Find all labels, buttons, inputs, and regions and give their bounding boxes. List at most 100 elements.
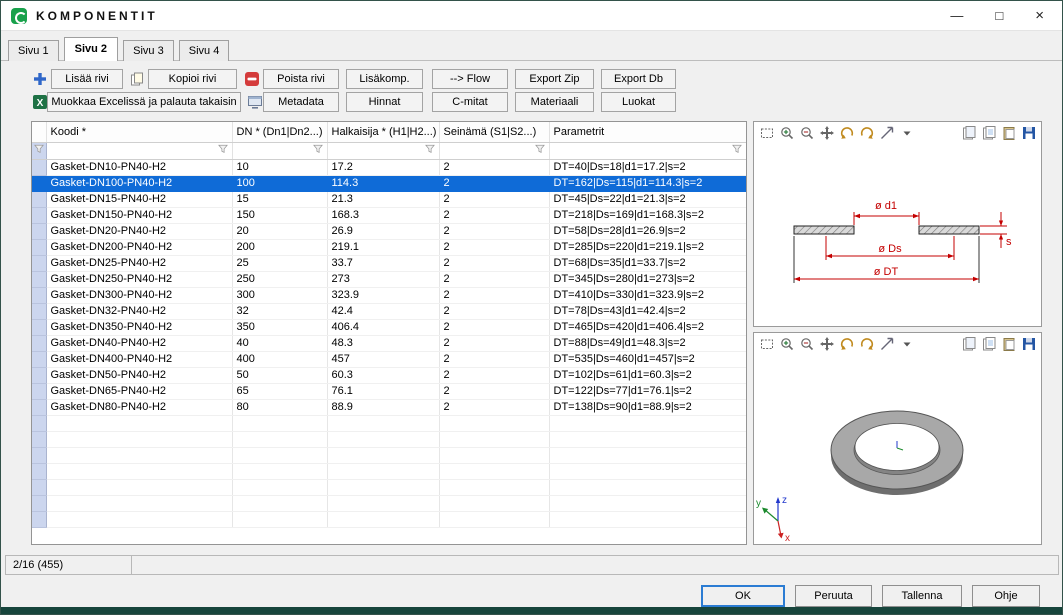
cell[interactable]: DT=88|Ds=49|d1=48.3|s=2 (549, 335, 746, 351)
table-row[interactable]: Gasket-DN400-PN40-H24004572DT=535|Ds=460… (32, 351, 746, 367)
filter-funnel-icon[interactable] (534, 146, 546, 158)
cell[interactable]: 48.3 (327, 335, 439, 351)
table-row[interactable]: Gasket-DN10-PN40-H21017.22DT=40|Ds=18|d1… (32, 159, 746, 175)
cell[interactable]: 200 (232, 239, 327, 255)
col-header-halkaisija[interactable]: Halkaisija * (H1|H2...) (327, 122, 439, 142)
tab-sivu-1[interactable]: Sivu 1 (8, 40, 59, 61)
copy-image-icon[interactable] (980, 336, 997, 352)
table-row[interactable]: Gasket-DN20-PN40-H22026.92DT=58|Ds=28|d1… (32, 223, 746, 239)
cell[interactable]: 406.4 (327, 319, 439, 335)
save-button[interactable]: Tallenna (882, 585, 962, 607)
table-row[interactable]: Gasket-DN32-PN40-H23242.42DT=78|Ds=43|d1… (32, 303, 746, 319)
row-selector[interactable] (32, 159, 46, 175)
cell[interactable]: 2 (439, 383, 549, 399)
cell[interactable]: 2 (439, 239, 549, 255)
ok-button[interactable]: OK (701, 585, 785, 607)
cell[interactable]: 17.2 (327, 159, 439, 175)
copy-row-icon[interactable] (128, 70, 145, 87)
cell[interactable]: Gasket-DN100-PN40-H2 (46, 175, 232, 191)
cell[interactable]: Gasket-DN80-PN40-H2 (46, 399, 232, 415)
cell[interactable]: 20 (232, 223, 327, 239)
cell[interactable]: Gasket-DN40-PN40-H2 (46, 335, 232, 351)
row-selector[interactable] (32, 303, 46, 319)
cell[interactable]: 457 (327, 351, 439, 367)
cell[interactable]: DT=162|Ds=115|d1=114.3|s=2 (549, 175, 746, 191)
paste-image-icon[interactable] (1000, 336, 1017, 352)
cell[interactable]: 2 (439, 223, 549, 239)
zoom-in-icon[interactable] (778, 336, 795, 352)
cell[interactable]: DT=465|Ds=420|d1=406.4|s=2 (549, 319, 746, 335)
cell[interactable]: 2 (439, 287, 549, 303)
delete-row-icon[interactable] (243, 70, 260, 87)
cell[interactable]: DT=40|Ds=18|d1=17.2|s=2 (549, 159, 746, 175)
cell[interactable]: 32 (232, 303, 327, 319)
row-selector[interactable] (32, 223, 46, 239)
tab-sivu-3[interactable]: Sivu 3 (123, 40, 174, 61)
cell[interactable]: 2 (439, 399, 549, 415)
row-selector[interactable] (32, 367, 46, 383)
row-selector[interactable] (32, 351, 46, 367)
cell[interactable]: Gasket-DN25-PN40-H2 (46, 255, 232, 271)
zoom-out-icon[interactable] (798, 125, 815, 141)
help-button[interactable]: Ohje (972, 585, 1040, 607)
cell[interactable]: DT=410|Ds=330|d1=323.9|s=2 (549, 287, 746, 303)
row-selector[interactable] (32, 239, 46, 255)
table-row[interactable]: Gasket-DN100-PN40-H2100114.32DT=162|Ds=1… (32, 175, 746, 191)
cell[interactable]: 40 (232, 335, 327, 351)
row-selector[interactable] (32, 383, 46, 399)
rotate-ccw-icon[interactable] (838, 336, 855, 352)
save-image-icon[interactable] (1020, 336, 1037, 352)
delete-row-button[interactable]: Poista rivi (263, 69, 339, 89)
export-db-button[interactable]: Export Db (601, 69, 676, 89)
filter-funnel-icon[interactable] (312, 146, 324, 158)
table-row[interactable]: Gasket-DN200-PN40-H2200219.12DT=285|Ds=2… (32, 239, 746, 255)
cell[interactable]: 2 (439, 255, 549, 271)
cell[interactable]: DT=535|Ds=460|d1=457|s=2 (549, 351, 746, 367)
paste-image-icon[interactable] (1000, 125, 1017, 141)
row-selector[interactable] (32, 175, 46, 191)
rotate-cw-icon[interactable] (858, 336, 875, 352)
cell[interactable]: DT=122|Ds=77|d1=76.1|s=2 (549, 383, 746, 399)
dropdown-arrow-icon[interactable] (898, 336, 915, 352)
tab-sivu-2[interactable]: Sivu 2 (64, 37, 118, 61)
cell[interactable]: 2 (439, 367, 549, 383)
cell[interactable]: 26.9 (327, 223, 439, 239)
cell[interactable]: 76.1 (327, 383, 439, 399)
dropdown-arrow-icon[interactable] (898, 125, 915, 141)
cell[interactable]: 80 (232, 399, 327, 415)
filter-funnel-icon[interactable] (33, 146, 45, 158)
classes-button[interactable]: Luokat (601, 92, 676, 112)
cell[interactable]: 2 (439, 335, 549, 351)
cell[interactable]: 168.3 (327, 207, 439, 223)
cell[interactable]: DT=345|Ds=280|d1=273|s=2 (549, 271, 746, 287)
row-selector[interactable] (32, 271, 46, 287)
cell[interactable]: DT=218|Ds=169|d1=168.3|s=2 (549, 207, 746, 223)
material-button[interactable]: Materiaali (515, 92, 594, 112)
cell[interactable]: 250 (232, 271, 327, 287)
cell[interactable]: Gasket-DN10-PN40-H2 (46, 159, 232, 175)
col-header-parametrit[interactable]: Parametrit (549, 122, 746, 142)
cell[interactable]: 2 (439, 175, 549, 191)
row-selector[interactable] (32, 399, 46, 415)
cell[interactable]: 219.1 (327, 239, 439, 255)
add-row-button[interactable]: Lisää rivi (51, 69, 123, 89)
cell[interactable]: 21.3 (327, 191, 439, 207)
cell[interactable]: Gasket-DN200-PN40-H2 (46, 239, 232, 255)
col-header-dn[interactable]: DN * (Dn1|Dn2...) (232, 122, 327, 142)
add-row-icon[interactable] (31, 70, 48, 87)
table-row[interactable]: Gasket-DN150-PN40-H2150168.32DT=218|Ds=1… (32, 207, 746, 223)
cell[interactable]: Gasket-DN400-PN40-H2 (46, 351, 232, 367)
table-row[interactable]: Gasket-DN300-PN40-H2300323.92DT=410|Ds=3… (32, 287, 746, 303)
row-selector[interactable] (32, 255, 46, 271)
snapshot-icon[interactable] (960, 125, 977, 141)
cell[interactable]: Gasket-DN32-PN40-H2 (46, 303, 232, 319)
cell[interactable]: 114.3 (327, 175, 439, 191)
cell[interactable]: Gasket-DN50-PN40-H2 (46, 367, 232, 383)
save-image-icon[interactable] (1020, 125, 1037, 141)
row-selector[interactable] (32, 191, 46, 207)
row-selector[interactable] (32, 207, 46, 223)
cell[interactable]: 350 (232, 319, 327, 335)
flow-button[interactable]: --> Flow (432, 69, 508, 89)
cell[interactable]: 400 (232, 351, 327, 367)
cell[interactable]: 2 (439, 351, 549, 367)
